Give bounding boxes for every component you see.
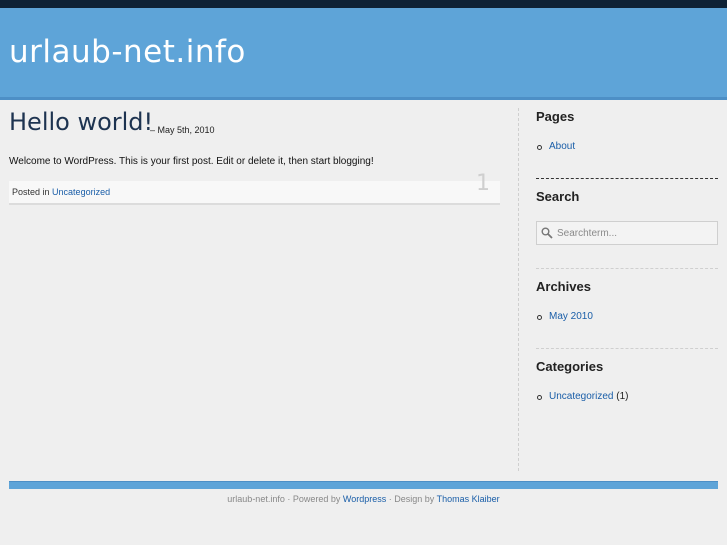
posted-in-label: Posted in (12, 187, 50, 197)
about-link[interactable]: About (549, 141, 575, 152)
search-icon (541, 226, 553, 239)
pages-item-about: About (536, 141, 575, 152)
sidebar-divider (518, 108, 519, 471)
archives-list: May 2010 (536, 311, 593, 322)
site-header: urlaub-net.info (0, 8, 727, 100)
post-meta-text: Posted in Uncategorized (12, 187, 110, 197)
widget-divider (536, 178, 718, 179)
main-content: Hello world! – May 5th, 2010 Welcome to … (9, 108, 501, 205)
post-date: – May 5th, 2010 (150, 125, 215, 135)
post-category-link[interactable]: Uncategorized (52, 187, 110, 197)
pages-list: About (536, 141, 575, 152)
footer-design-label: · Design by (388, 494, 435, 504)
widget-divider (536, 348, 718, 349)
post-header: Hello world! – May 5th, 2010 (9, 108, 501, 142)
footer-designer-link[interactable]: Thomas Klaiber (437, 494, 500, 504)
top-bar (0, 0, 727, 8)
categories-item: Uncategorized (1) (536, 391, 629, 402)
post-meta-bar: Posted in Uncategorized 1 (9, 171, 500, 205)
footer-text: urlaub-net.info · Powered by Wordpress ·… (0, 494, 727, 504)
archives-widget-title: Archives (536, 279, 591, 294)
footer-bar (9, 481, 718, 489)
pages-widget-title: Pages (536, 109, 575, 124)
comment-count[interactable]: 1 (476, 171, 490, 196)
category-count: (1) (616, 391, 629, 402)
archive-may-2010-link[interactable]: May 2010 (549, 311, 593, 322)
footer-powered-label: · Powered by (287, 494, 341, 504)
categories-list: Uncategorized (1) (536, 391, 629, 402)
search-widget-title: Search (536, 189, 580, 204)
footer-wordpress-link[interactable]: Wordpress (343, 494, 386, 504)
categories-widget-title: Categories (536, 359, 604, 374)
archives-item: May 2010 (536, 311, 593, 322)
search-input[interactable] (557, 224, 712, 242)
widget-divider (536, 268, 718, 269)
site-title-link[interactable]: urlaub-net.info (9, 34, 246, 70)
post-body: Welcome to WordPress. This is your first… (9, 156, 374, 167)
footer-site-name: urlaub-net.info (227, 494, 285, 504)
category-uncategorized-link[interactable]: Uncategorized (549, 391, 613, 402)
search-box (536, 221, 718, 245)
post-title[interactable]: Hello world! (9, 108, 153, 136)
